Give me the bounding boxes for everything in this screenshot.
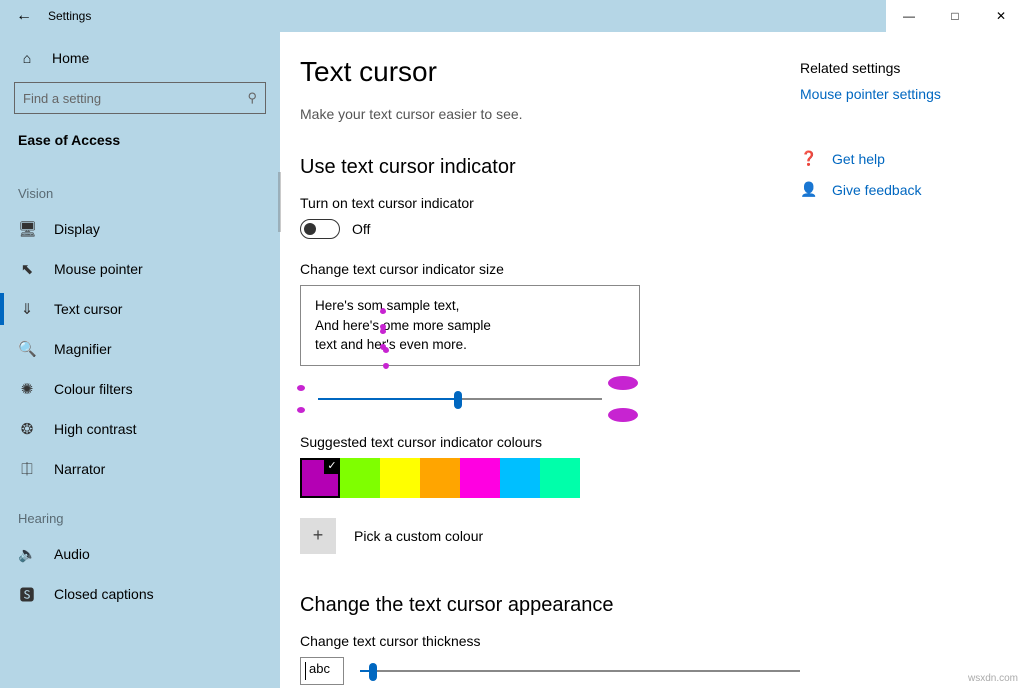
mouse-pointer-link[interactable]: Mouse pointer settings	[800, 86, 1010, 102]
swatch-6[interactable]	[540, 458, 580, 498]
narrator-icon: ⎅	[18, 461, 36, 478]
audio-icon: 🔈	[18, 545, 36, 563]
nav-colour-filters[interactable]: ✺ Colour filters	[0, 369, 280, 409]
display-icon: 🖥	[18, 220, 36, 238]
sidebar: ⌂ Home Find a setting ⚲ Ease of Access V…	[0, 32, 280, 688]
give-feedback-link[interactable]: Give feedback	[832, 182, 922, 198]
group-vision: Vision	[0, 164, 280, 209]
custom-colour-label: Pick a custom colour	[354, 528, 483, 544]
group-hearing: Hearing	[0, 489, 280, 534]
size-max-icon	[616, 382, 630, 416]
text-cursor-icon: ⇓	[18, 300, 36, 318]
thickness-label: Change text cursor thickness	[300, 633, 800, 649]
indicator-toggle[interactable]	[300, 219, 340, 239]
nav-text-cursor[interactable]: ⇓ Text cursor	[0, 289, 280, 329]
page-subtitle: Make your text cursor easier to see.	[300, 106, 800, 122]
indicator-size-slider[interactable]	[318, 389, 602, 409]
search-placeholder: Find a setting	[23, 91, 101, 106]
swatch-3[interactable]	[420, 458, 460, 498]
size-label: Change text cursor indicator size	[300, 261, 800, 277]
nav-narrator[interactable]: ⎅ Narrator	[0, 449, 280, 489]
swatch-5[interactable]	[500, 458, 540, 498]
custom-colour-button[interactable]: +	[300, 518, 336, 554]
nav-display[interactable]: 🖥 Display	[0, 209, 280, 249]
toggle-label: Turn on text cursor indicator	[300, 195, 800, 211]
back-button[interactable]: ←	[0, 7, 48, 25]
nav-high-contrast[interactable]: ❂ High contrast	[0, 409, 280, 449]
closed-captions-icon: 🆂	[18, 584, 36, 605]
thickness-preview: abc	[300, 657, 344, 685]
related-heading: Related settings	[800, 60, 1010, 76]
maximize-button[interactable]: □	[932, 0, 978, 32]
feedback-icon: 👤	[800, 181, 818, 198]
colour-swatches	[300, 458, 800, 498]
home-icon: ⌂	[18, 50, 36, 66]
nav-audio[interactable]: 🔈 Audio	[0, 534, 280, 574]
window-title: Settings	[48, 9, 91, 23]
mouse-pointer-icon: ⬉	[18, 260, 36, 278]
size-min-icon	[300, 388, 304, 410]
section-appearance: Change the text cursor appearance	[300, 594, 800, 617]
minimize-button[interactable]: ―	[886, 0, 932, 32]
toggle-state: Off	[352, 221, 370, 237]
colour-filters-icon: ✺	[18, 380, 36, 398]
high-contrast-icon: ❂	[18, 420, 36, 438]
get-help-link[interactable]: Get help	[832, 151, 885, 167]
indicator-preview: Here's som sample text, And here's ome m…	[300, 285, 640, 366]
suggested-label: Suggested text cursor indicator colours	[300, 434, 800, 450]
nav-magnifier[interactable]: 🔍 Magnifier	[0, 329, 280, 369]
nav-home[interactable]: ⌂ Home	[0, 42, 280, 74]
page-title: Text cursor	[300, 56, 800, 88]
swatch-1[interactable]	[340, 458, 380, 498]
section-indicator: Use text cursor indicator	[300, 156, 800, 179]
search-icon: ⚲	[247, 90, 257, 106]
nav-home-label: Home	[52, 50, 89, 66]
swatch-0[interactable]	[300, 458, 340, 498]
category-label: Ease of Access	[0, 132, 280, 164]
swatch-4[interactable]	[460, 458, 500, 498]
search-input[interactable]: Find a setting ⚲	[14, 82, 266, 114]
close-button[interactable]: ✕	[978, 0, 1024, 32]
magnifier-icon: 🔍	[18, 340, 36, 358]
thickness-slider[interactable]	[360, 661, 800, 681]
watermark: wsxdn.com	[968, 673, 1018, 684]
nav-closed-captions[interactable]: 🆂 Closed captions	[0, 574, 280, 614]
help-icon: ❓	[800, 150, 818, 167]
swatch-2[interactable]	[380, 458, 420, 498]
nav-mouse-pointer[interactable]: ⬉ Mouse pointer	[0, 249, 280, 289]
